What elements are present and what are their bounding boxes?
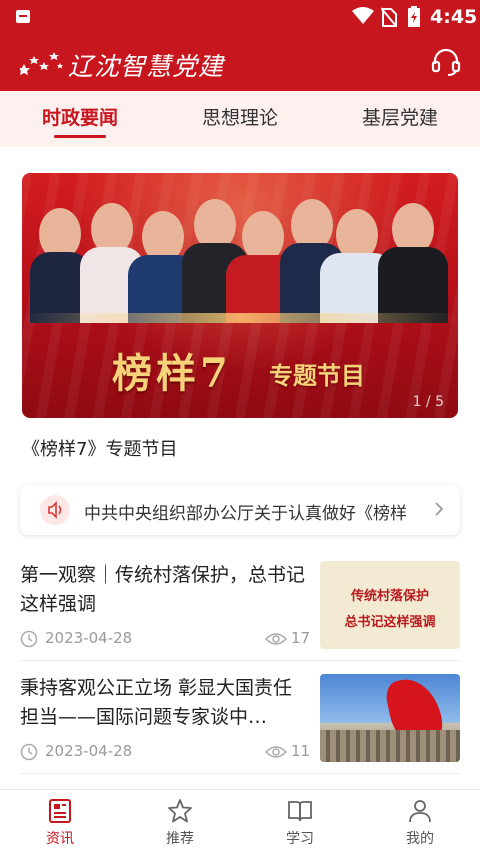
book-icon bbox=[288, 801, 312, 822]
wifi-icon bbox=[352, 7, 374, 24]
star-icon bbox=[168, 799, 192, 823]
banner-subtitle: 专题节目 bbox=[269, 361, 365, 390]
headset-icon[interactable] bbox=[430, 46, 462, 78]
notification-icon bbox=[16, 10, 30, 23]
tab-theory[interactable]: 思想理论 bbox=[180, 91, 300, 147]
app-title: 辽沈智慧党建 bbox=[68, 52, 225, 81]
news-meta: 2023-04-28 11 bbox=[20, 742, 310, 762]
banner-caption[interactable]: 《榜样7》专题节目 bbox=[22, 435, 177, 461]
nav-news[interactable]: 资讯 bbox=[0, 790, 120, 854]
tab-grassroots[interactable]: 基层党建 bbox=[340, 91, 460, 147]
news-title: 秉持客观公正立场 彰显大国责任担当——国际问题专家谈中… bbox=[20, 677, 293, 728]
nav-recommend[interactable]: 推荐 bbox=[120, 790, 240, 854]
clock-icon bbox=[20, 630, 38, 648]
thumbnail-text-line2: 总书记这样强调 bbox=[344, 615, 436, 630]
no-sim-icon bbox=[381, 7, 397, 27]
banner-figure bbox=[378, 203, 448, 323]
banner-pager: 1 / 5 bbox=[412, 394, 444, 410]
building-image bbox=[320, 730, 460, 762]
chevron-right-icon bbox=[435, 502, 444, 516]
news-item[interactable]: 秉持客观公正立场 彰显大国责任担当——国际问题专家谈中… 2023-04-28 … bbox=[20, 674, 460, 786]
news-thumbnail bbox=[320, 674, 460, 762]
nav-study[interactable]: 学习 bbox=[240, 790, 360, 854]
app-header: 辽沈智慧党建 bbox=[0, 34, 480, 91]
news-item[interactable]: 第一观察｜传统村落保护，总书记这样强调 2023-04-28 17 传统村落保护… bbox=[20, 561, 460, 673]
eye-icon bbox=[265, 746, 287, 758]
nav-profile[interactable]: 我的 bbox=[360, 790, 480, 854]
nav-label: 推荐 bbox=[166, 831, 194, 847]
news-icon bbox=[49, 799, 71, 823]
announcement-text: 中共中央组织部办公厅关于认真做好《榜样 bbox=[84, 504, 407, 524]
category-tabs: 时政要闻 思想理论 基层党建 bbox=[0, 91, 480, 147]
divider bbox=[20, 660, 460, 661]
nav-label: 资讯 bbox=[46, 831, 74, 847]
banner-carousel[interactable]: 榜样7 专题节目 1 / 5 bbox=[22, 173, 458, 418]
banner-light-band bbox=[22, 313, 458, 323]
clock-time: 4:45 bbox=[430, 6, 478, 28]
banner-title: 榜样7 bbox=[112, 350, 232, 397]
news-views: 11 bbox=[291, 742, 311, 760]
nav-label: 我的 bbox=[406, 831, 434, 847]
profile-icon bbox=[409, 800, 431, 823]
news-meta: 2023-04-28 17 bbox=[20, 629, 310, 649]
status-bar: 4:45 bbox=[0, 0, 480, 34]
speaker-icon bbox=[40, 495, 70, 525]
news-thumbnail: 传统村落保护 总书记这样强调 bbox=[320, 561, 460, 649]
thumbnail-text-line1: 传统村落保护 bbox=[350, 589, 429, 604]
clock-icon bbox=[20, 743, 38, 761]
logo-icon bbox=[20, 52, 63, 75]
active-tab-indicator bbox=[54, 135, 106, 138]
announcement-bar[interactable]: 中共中央组织部办公厅关于认真做好《榜样 bbox=[20, 485, 460, 535]
news-date: 2023-04-28 bbox=[45, 629, 133, 647]
eye-icon bbox=[265, 633, 287, 645]
nav-label: 学习 bbox=[286, 831, 314, 847]
bottom-navigation: 资讯 推荐 学习 我的 bbox=[0, 789, 480, 854]
tab-current-affairs[interactable]: 时政要闻 bbox=[20, 91, 140, 147]
news-date: 2023-04-28 bbox=[45, 742, 133, 760]
battery-icon bbox=[408, 6, 420, 27]
divider bbox=[20, 773, 460, 774]
news-views: 17 bbox=[291, 629, 311, 647]
news-title: 第一观察｜传统村落保护，总书记这样强调 bbox=[20, 564, 306, 615]
content-area: 榜样7 专题节目 1 / 5 《榜样7》专题节目 中共中央组织部办公厅关于认真做… bbox=[0, 147, 480, 789]
